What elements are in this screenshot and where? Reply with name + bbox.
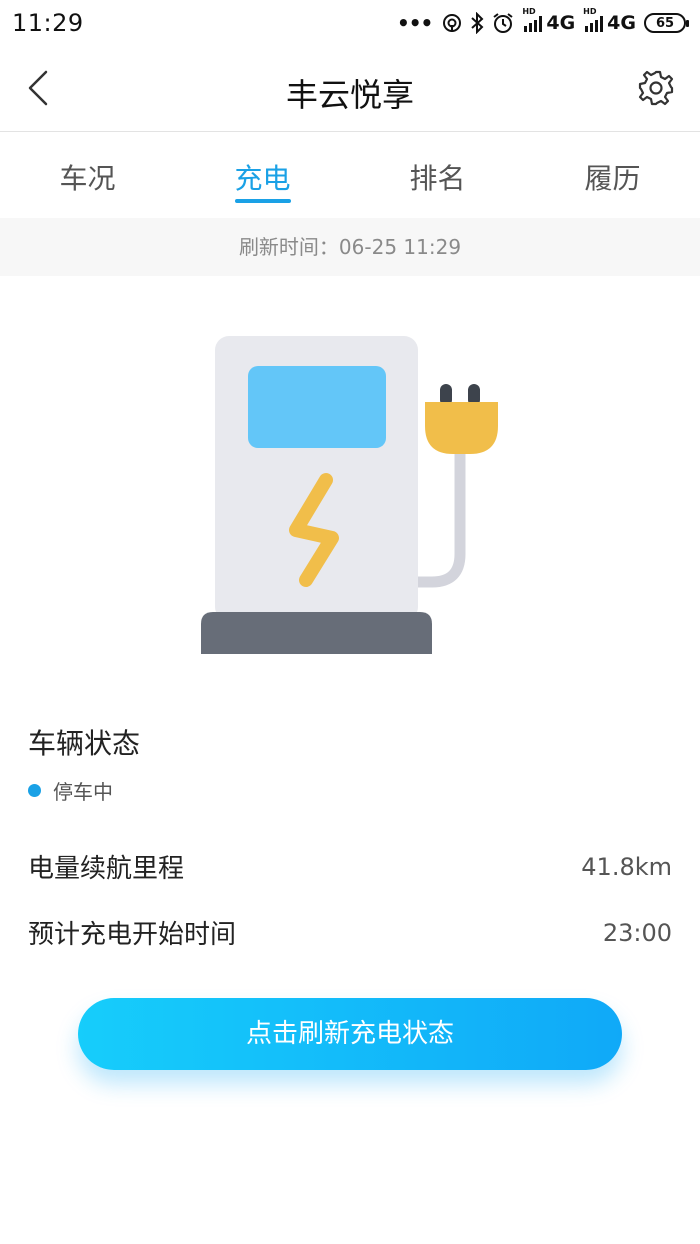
charge-start-row: 预计充电开始时间 23:00 bbox=[28, 914, 672, 951]
tab-charging[interactable]: 充电 bbox=[175, 133, 350, 217]
gear-icon bbox=[638, 70, 674, 106]
refresh-time: 刷新时间：06-25 11:29 bbox=[0, 218, 700, 276]
charging-station-icon bbox=[201, 336, 498, 654]
status-icons: ••• HD 4G HD 4G 65 bbox=[396, 7, 689, 35]
range-value: 41.8km bbox=[581, 852, 672, 881]
range-label: 电量续航里程 bbox=[28, 854, 185, 884]
status-time: 11:29 bbox=[12, 9, 84, 37]
charging-cable bbox=[418, 454, 466, 588]
page-title: 丰云悦享 bbox=[285, 76, 414, 114]
charge-start-value: 23:00 bbox=[602, 918, 672, 947]
station-base bbox=[201, 612, 432, 654]
signal-1: HD 4G bbox=[522, 7, 576, 34]
app-header: 丰云悦享 bbox=[0, 46, 700, 132]
status-bar: 11:29 ••• HD 4G HD 4G 65 bbox=[0, 0, 700, 46]
status-dot bbox=[28, 784, 41, 797]
vehicle-status-title: 车辆状态 bbox=[28, 727, 141, 760]
plug-head bbox=[425, 402, 498, 454]
battery-icon: 65 bbox=[644, 13, 689, 33]
tab-vehicle-condition[interactable]: 车况 bbox=[0, 133, 175, 217]
hotspot-icon bbox=[443, 14, 462, 32]
more-dots-icon: ••• bbox=[396, 11, 433, 35]
tab-ranking[interactable]: 排名 bbox=[350, 133, 525, 217]
status-indicator: 停车中 bbox=[28, 776, 113, 805]
signal-2: HD 4G bbox=[583, 7, 636, 34]
signal-bars-icon bbox=[524, 16, 543, 32]
status-text: 停车中 bbox=[53, 780, 113, 804]
range-row: 电量续航里程 41.8km bbox=[28, 848, 672, 885]
tab-history[interactable]: 履历 bbox=[525, 133, 700, 217]
settings-button[interactable] bbox=[636, 68, 676, 108]
refresh-charging-button[interactable]: 点击刷新充电状态 bbox=[78, 998, 622, 1070]
bluetooth-icon bbox=[471, 12, 484, 34]
tab-bar: 车况 充电 排名 履历 bbox=[0, 133, 700, 217]
station-screen bbox=[248, 366, 386, 448]
charge-start-label: 预计充电开始时间 bbox=[28, 920, 237, 950]
alarm-icon bbox=[493, 13, 513, 33]
signal-bars-icon bbox=[585, 16, 604, 32]
